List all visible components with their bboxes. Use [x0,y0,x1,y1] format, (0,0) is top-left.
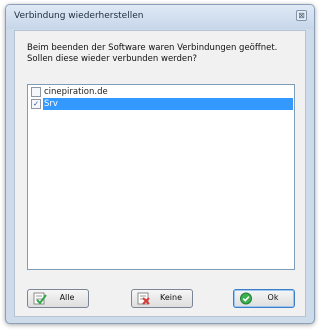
list-item-srv[interactable]: ✓ Srv [29,98,293,110]
checkbox-srv[interactable]: ✓ [31,99,41,109]
select-none-button[interactable]: Keine [131,289,193,308]
select-none-label: Keine [160,293,182,302]
window-title: Verbindung wiederherstellen [14,11,144,21]
dialog-message: Beim beenden der Software waren Verbindu… [27,43,295,65]
message-line-1: Beim beenden der Software waren Verbindu… [27,43,278,53]
list-item-cinepiration[interactable]: cinepiration.de [29,86,293,98]
select-all-label: Alle [59,293,75,302]
list-item-label: cinepiration.de [44,87,108,97]
ok-check-circle-icon [240,292,252,305]
list-item-label: Srv [43,98,293,110]
dialog-content: Beim beenden der Software waren Verbindu… [14,30,306,317]
select-all-button[interactable]: Alle [27,289,89,308]
dialog-window: Verbindung wiederherstellen ⊠ Beim beend… [5,4,315,324]
title-bar[interactable]: Verbindung wiederherstellen ⊠ [6,5,314,29]
ok-label: Ok [267,293,279,302]
check-list-icon [33,292,47,305]
uncheck-list-icon [137,292,150,305]
checkbox-cinepiration[interactable] [31,87,41,97]
ok-button[interactable]: Ok [233,289,295,308]
message-line-2: Sollen diese wieder verbunden werden? [27,54,198,64]
connection-list[interactable]: cinepiration.de ✓ Srv [27,84,295,270]
close-icon[interactable]: ⊠ [296,10,307,21]
